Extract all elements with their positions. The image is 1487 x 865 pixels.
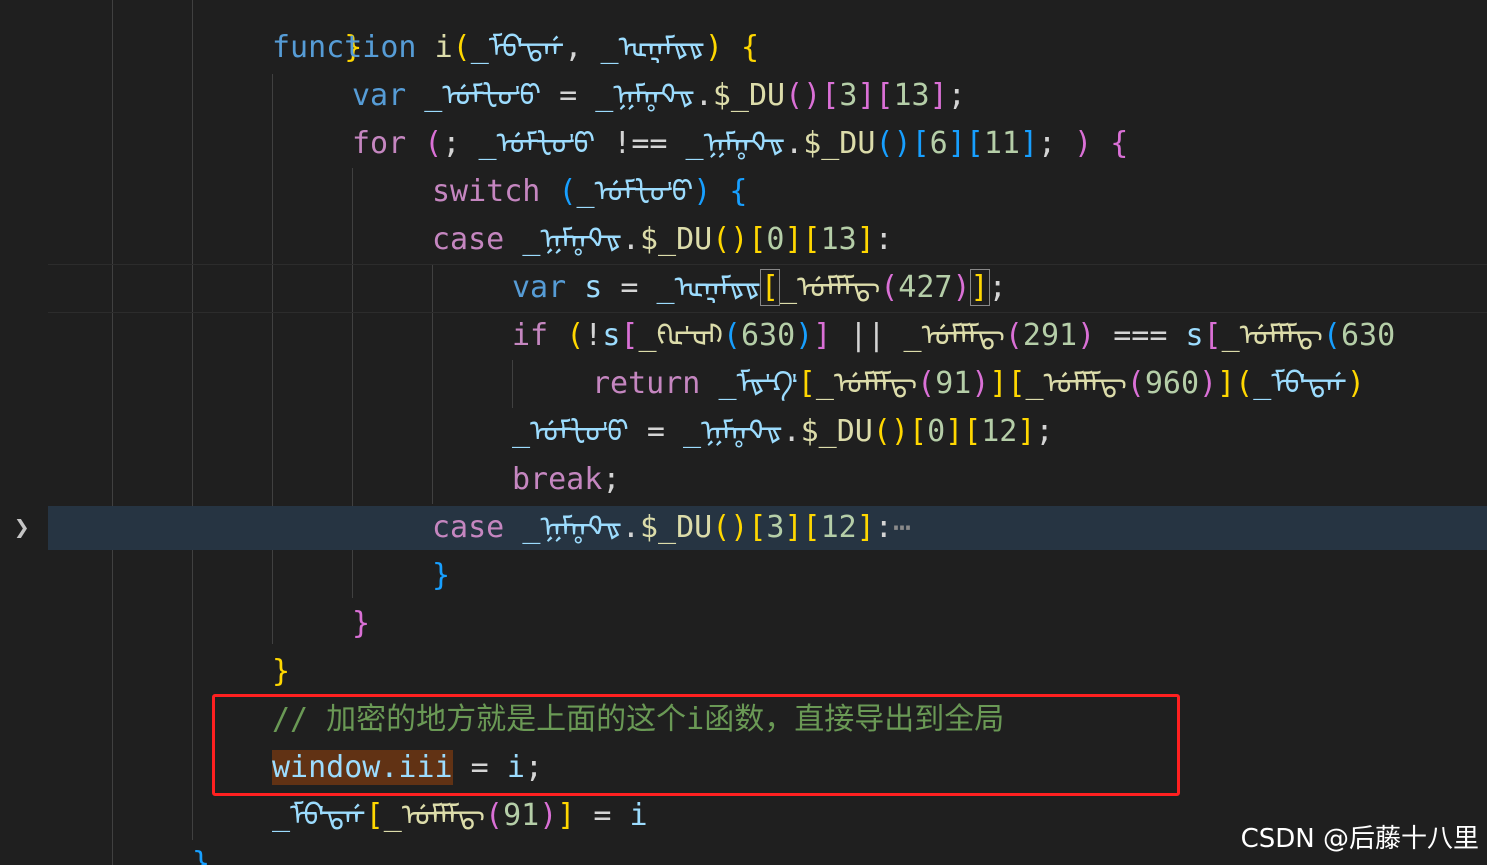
identifier: i (629, 798, 648, 833)
number: 91 (503, 798, 540, 833)
function-call: _ᡠᡏᡏᡏᡖ (903, 318, 1005, 353)
code-line: case _ᡍᡏᡎᡐᡑ.$_DU()[0][13]: (432, 222, 893, 257)
keyword: return (592, 366, 701, 401)
identifier: _ᡏᡋᡃᡖᡤ (1253, 366, 1347, 401)
function-call: _ᡠᡏᡏᡏᡖ (1221, 318, 1323, 353)
number: 12 (820, 510, 857, 545)
identifier: _ᡍᡏᡎᡐᡑ (682, 414, 783, 449)
method: $_DU (800, 414, 873, 449)
identifier: _ᡍᡏᡎᡐᡑ (595, 78, 695, 113)
code-line: function i(_ᡏᡋᡃᡖᡤ, _ᡅᡎᡏᡑᡑ) { (272, 30, 760, 65)
keyword: if (512, 318, 549, 353)
identifier: s (1185, 318, 1204, 353)
identifier: _ᡏᡋᡃᡖᡤ (272, 798, 366, 833)
function-call: _ᡠᡏᡏᡏᡖ (383, 798, 486, 833)
function-call: _ᡠᡏᡏᡏᡖ (815, 366, 918, 401)
keyword: switch (432, 174, 541, 209)
number: 3 (766, 510, 785, 545)
code-line: } (0, 648, 1487, 696)
param: _ᡅᡎᡏᡑᡑ (600, 30, 705, 65)
operator: || (849, 318, 886, 353)
keyword: function (272, 30, 417, 65)
identifier: _ᡠᡏᡶᡉᡃᡦ (576, 174, 694, 209)
number: 11 (983, 126, 1020, 161)
code-line: for (; _ᡠᡏᡶᡉᡃᡦ !== _ᡍᡏᡎᡐᡑ.$_DU()[6][11];… (352, 126, 1129, 161)
identifier: _ᡅᡎᡏᡑᡑ (656, 270, 761, 305)
number: 291 (1022, 318, 1078, 353)
code-editor[interactable]: } function i(_ᡏᡋᡃᡖᡤ, _ᡅᡎᡏᡑᡑ) { var _ᡠᡏᡶᡉ… (0, 0, 1487, 865)
number: 427 (898, 270, 953, 305)
function-call: _ᡠᡏᡏᡏᡖ (1025, 366, 1127, 401)
method: $_DU (639, 222, 713, 257)
code-line: return _ᡏᡑᡃᡗᡃ[_ᡠᡏᡏᡏᡖ(91)][_ᡠᡏᡏᡏᡖ(960)](_… (592, 366, 1365, 401)
keyword: case (432, 510, 505, 545)
method: $_DU (803, 126, 876, 161)
function-name: i (434, 30, 453, 65)
number: 630 (1340, 318, 1396, 353)
keyword: var (512, 270, 567, 305)
param: _ᡏᡋᡃᡖᡤ (470, 30, 565, 65)
number: 3 (839, 78, 858, 113)
code-line: var _ᡠᡏᡶᡉᡃᡦ = _ᡍᡏᡎᡐᡑ.$_DU()[3][13]; (352, 78, 966, 113)
identifier: _ᡍᡏᡎᡐᡑ (685, 126, 786, 161)
watermark: CSDN @后藤十八里 (1240, 824, 1479, 854)
identifier: s (602, 318, 621, 353)
number: 0 (927, 414, 946, 449)
identifier: s (584, 270, 603, 305)
code-line: } (0, 552, 1487, 600)
keyword: for (352, 126, 407, 161)
brace: } (352, 606, 371, 641)
chevron-right-icon[interactable]: ❯ (14, 504, 30, 552)
code-line: switch (_ᡠᡏᡶᡉᡃᡦ) { (432, 174, 748, 209)
number: 0 (766, 222, 785, 257)
identifier: _ᡠᡏᡶᡉᡃᡦ (478, 126, 596, 161)
number: 6 (929, 126, 948, 161)
operator: !== (613, 126, 668, 161)
function-call: _ᡍᡅᡃᡆᡅ (638, 318, 723, 353)
brace: } (272, 654, 291, 689)
keyword: case (432, 222, 505, 257)
annotation-highlight-box (212, 694, 1180, 796)
method: $_DU (712, 78, 786, 113)
number: 13 (893, 78, 930, 113)
number: 960 (1144, 366, 1200, 401)
code-line: _ᡠᡏᡶᡉᡃᡦ = _ᡍᡏᡎᡐᡑ.$_DU()[0][12]; (512, 414, 1054, 449)
code-line: } (0, 0, 1487, 65)
number: 13 (820, 222, 857, 257)
operator: === (1113, 318, 1168, 353)
code-line: } (0, 600, 1487, 648)
identifier: _ᡍᡏᡎᡐᡑ (522, 222, 622, 257)
number: 630 (740, 318, 796, 353)
code-line: if (!s[_ᡍᡅᡃᡆᡅ(630)] || _ᡠᡏᡏᡏᡖ(291) === s… (512, 318, 1396, 353)
brace: } (432, 558, 451, 593)
code-line-folded: case _ᡍᡏᡎᡐᡑ.$_DU()[3][12]:⋯ (432, 510, 911, 545)
keyword: var (352, 78, 407, 113)
keyword: break (512, 462, 603, 497)
identifier: _ᡍᡏᡎᡐᡑ (522, 510, 622, 545)
number: 91 (935, 366, 972, 401)
fold-ellipsis[interactable]: ⋯ (893, 510, 911, 545)
number: 12 (981, 414, 1018, 449)
code-line: break; (512, 462, 621, 497)
code-line: var s = _ᡅᡎᡏᡑᡑ[_ᡠᡏᡏᡏᡖ(427)]; (512, 269, 1007, 306)
identifier: _ᡠᡏᡶᡉᡃᡦ (424, 78, 542, 113)
identifier: _ᡏᡑᡃᡗᡃ (718, 366, 798, 401)
method: $_DU (639, 510, 713, 545)
identifier: _ᡠᡏᡶᡉᡃᡦ (512, 414, 629, 449)
function-call: _ᡠᡏᡏᡏᡖ (778, 270, 881, 305)
